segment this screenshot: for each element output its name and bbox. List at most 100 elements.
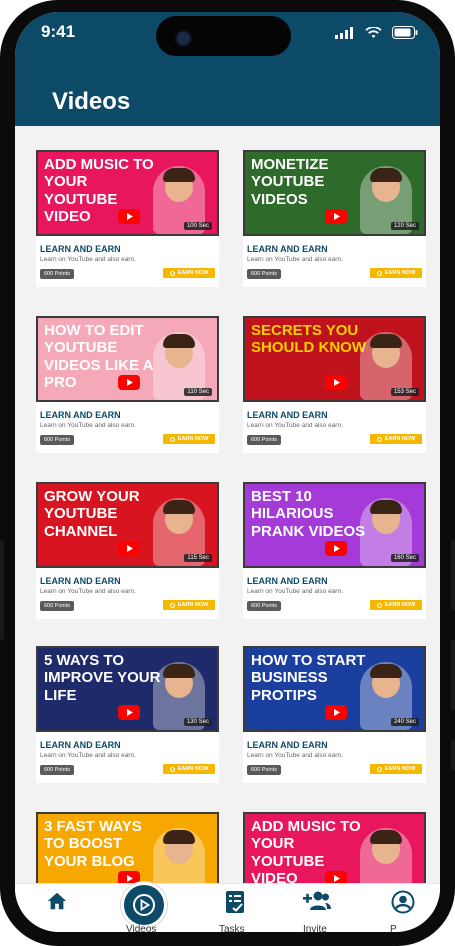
duration-badge: 240 Sec: [390, 718, 419, 726]
video-thumbnail[interactable]: Secrets You Should Know 153 Sec: [243, 316, 426, 402]
tasks-icon: [226, 891, 244, 913]
earn-now-label: EARN NOW: [384, 436, 416, 442]
play-circle-icon: [169, 436, 175, 442]
video-thumbnail[interactable]: Monetize YouTube Videos 120 Sec: [243, 150, 426, 236]
earn-now-button[interactable]: EARN NOW: [370, 434, 422, 444]
battery-icon: [392, 26, 418, 39]
points-badge: 600 Points: [40, 269, 74, 279]
points-badge: 600 Points: [40, 601, 74, 611]
profile-icon: [391, 890, 415, 914]
card-title: LEARN AND EARN: [40, 244, 121, 254]
video-card[interactable]: Grow Your YouTube Channel 115 Sec LEARN AN…: [36, 482, 219, 619]
earn-now-label: EARN NOW: [384, 602, 416, 608]
earn-now-label: EARN NOW: [177, 602, 209, 608]
card-title: LEARN AND EARN: [247, 244, 328, 254]
card-title: LEARN AND EARN: [247, 410, 328, 420]
video-thumbnail[interactable]: Grow Your YouTube Channel 115 Sec: [36, 482, 219, 568]
play-circle-icon: [376, 602, 382, 608]
nav-home[interactable]: [35, 890, 79, 926]
card-description: Learn on YouTube and also earn.: [247, 422, 343, 429]
nav-profile[interactable]: [381, 890, 425, 926]
video-thumbnail[interactable]: How to Edit Youtube Videos Like a Pro 110…: [36, 316, 219, 402]
screen: 9:41 Videos ADD MUSIC TO YOUR YOUTUBE VI…: [15, 12, 440, 932]
thumbnail-title: Grow Your YouTube Channel: [44, 488, 140, 540]
nav-profile-label: P: [390, 924, 397, 932]
play-circle-icon: [169, 270, 175, 276]
earn-now-label: EARN NOW: [384, 270, 416, 276]
points-badge: 600 Points: [247, 435, 281, 445]
phone-frame: 9:41 Videos ADD MUSIC TO YOUR YOUTUBE VI…: [0, 0, 455, 946]
nav-invite-label: Invite: [303, 924, 327, 932]
youtube-play-icon: [118, 541, 140, 556]
status-icons: [335, 26, 418, 39]
wifi-icon: [365, 26, 382, 38]
duration-badge: 160 Sec: [390, 554, 419, 562]
card-description: Learn on YouTube and also earn.: [40, 422, 136, 429]
nav-tasks[interactable]: [213, 890, 257, 926]
video-thumbnail[interactable]: How to Start Business ProTips 240 Sec: [243, 646, 426, 732]
card-description: Learn on YouTube and also earn.: [247, 256, 343, 263]
earn-now-label: EARN NOW: [177, 270, 209, 276]
earn-now-button[interactable]: EARN NOW: [163, 600, 215, 610]
duration-badge: 120 Sec: [390, 222, 419, 230]
card-description: Learn on YouTube and also earn.: [247, 588, 343, 595]
thumbnail-title: Best 10 Hilarious Prank Videos: [251, 488, 366, 540]
video-card[interactable]: Add Music to Your YouTube Video 100 Sec LE…: [36, 150, 219, 287]
earn-now-button[interactable]: EARN NOW: [370, 268, 422, 278]
side-button: [451, 740, 455, 770]
earn-now-button[interactable]: EARN NOW: [163, 268, 215, 278]
points-badge: 600 Points: [40, 435, 74, 445]
status-time: 9:41: [41, 22, 76, 41]
thumbnail-title: Add Music to Your YouTube Video: [44, 156, 154, 225]
invite-icon: [303, 891, 331, 910]
card-title: LEARN AND EARN: [40, 740, 121, 750]
app-header: 9:41 Videos: [15, 12, 440, 126]
earn-now-button[interactable]: EARN NOW: [370, 764, 422, 774]
earn-now-button[interactable]: EARN NOW: [163, 434, 215, 444]
nav-invite[interactable]: [295, 890, 339, 926]
side-button: [451, 640, 455, 710]
video-thumbnail[interactable]: Best 10 Hilarious Prank Videos 160 Sec: [243, 482, 426, 568]
duration-badge: 153 Sec: [390, 388, 419, 396]
video-thumbnail[interactable]: 5 Ways to Improve Your Life 130 Sec: [36, 646, 219, 732]
thumbnail-title: Add Music to Your YouTube Video: [251, 818, 361, 887]
video-card[interactable]: How to Edit Youtube Videos Like a Pro 110…: [36, 316, 219, 453]
video-card[interactable]: Secrets You Should Know 153 Sec LEARN AND …: [243, 316, 426, 453]
youtube-play-icon: [118, 375, 140, 390]
points-badge: 600 Points: [40, 765, 74, 775]
card-description: Learn on YouTube and also earn.: [40, 256, 136, 263]
youtube-play-icon: [325, 209, 347, 224]
card-title: LEARN AND EARN: [247, 740, 328, 750]
signal-icon: [335, 26, 353, 39]
card-description: Learn on YouTube and also earn.: [40, 752, 136, 759]
earn-now-button[interactable]: EARN NOW: [370, 600, 422, 610]
side-button: [451, 540, 455, 610]
points-badge: 600 Points: [247, 269, 281, 279]
earn-now-label: EARN NOW: [384, 766, 416, 772]
video-grid[interactable]: Add Music to Your YouTube Video 100 Sec LE…: [15, 126, 440, 896]
duration-badge: 130 Sec: [183, 718, 212, 726]
youtube-play-icon: [118, 705, 140, 720]
duration-badge: 115 Sec: [184, 554, 212, 562]
home-icon: [47, 892, 67, 910]
youtube-play-icon: [325, 375, 347, 390]
nav-tasks-label: Tasks: [219, 924, 245, 932]
video-card[interactable]: Best 10 Hilarious Prank Videos 160 Sec LEA…: [243, 482, 426, 619]
nav-videos[interactable]: [121, 882, 167, 928]
duration-badge: 100 Sec: [183, 222, 212, 230]
video-thumbnail[interactable]: Add Music to Your YouTube Video 100 Sec: [36, 150, 219, 236]
video-card[interactable]: Monetize YouTube Videos 120 Sec LEARN AND …: [243, 150, 426, 287]
video-card[interactable]: How to Start Business ProTips 240 Sec LEAR…: [243, 646, 426, 783]
play-circle-icon: [169, 602, 175, 608]
bottom-nav: Videos Tasks Invite P: [15, 882, 440, 932]
duration-badge: 110 Sec: [184, 388, 212, 396]
play-circle-icon: [376, 436, 382, 442]
thumbnail-title: Secrets You Should Know: [251, 322, 366, 357]
video-card[interactable]: 5 Ways to Improve Your Life 130 Sec LEARN …: [36, 646, 219, 783]
earn-now-button[interactable]: EARN NOW: [163, 764, 215, 774]
card-description: Learn on YouTube and also earn.: [247, 752, 343, 759]
card-title: LEARN AND EARN: [40, 410, 121, 420]
camera-icon: [175, 30, 192, 47]
earn-now-label: EARN NOW: [177, 766, 209, 772]
card-title: LEARN AND EARN: [247, 576, 328, 586]
